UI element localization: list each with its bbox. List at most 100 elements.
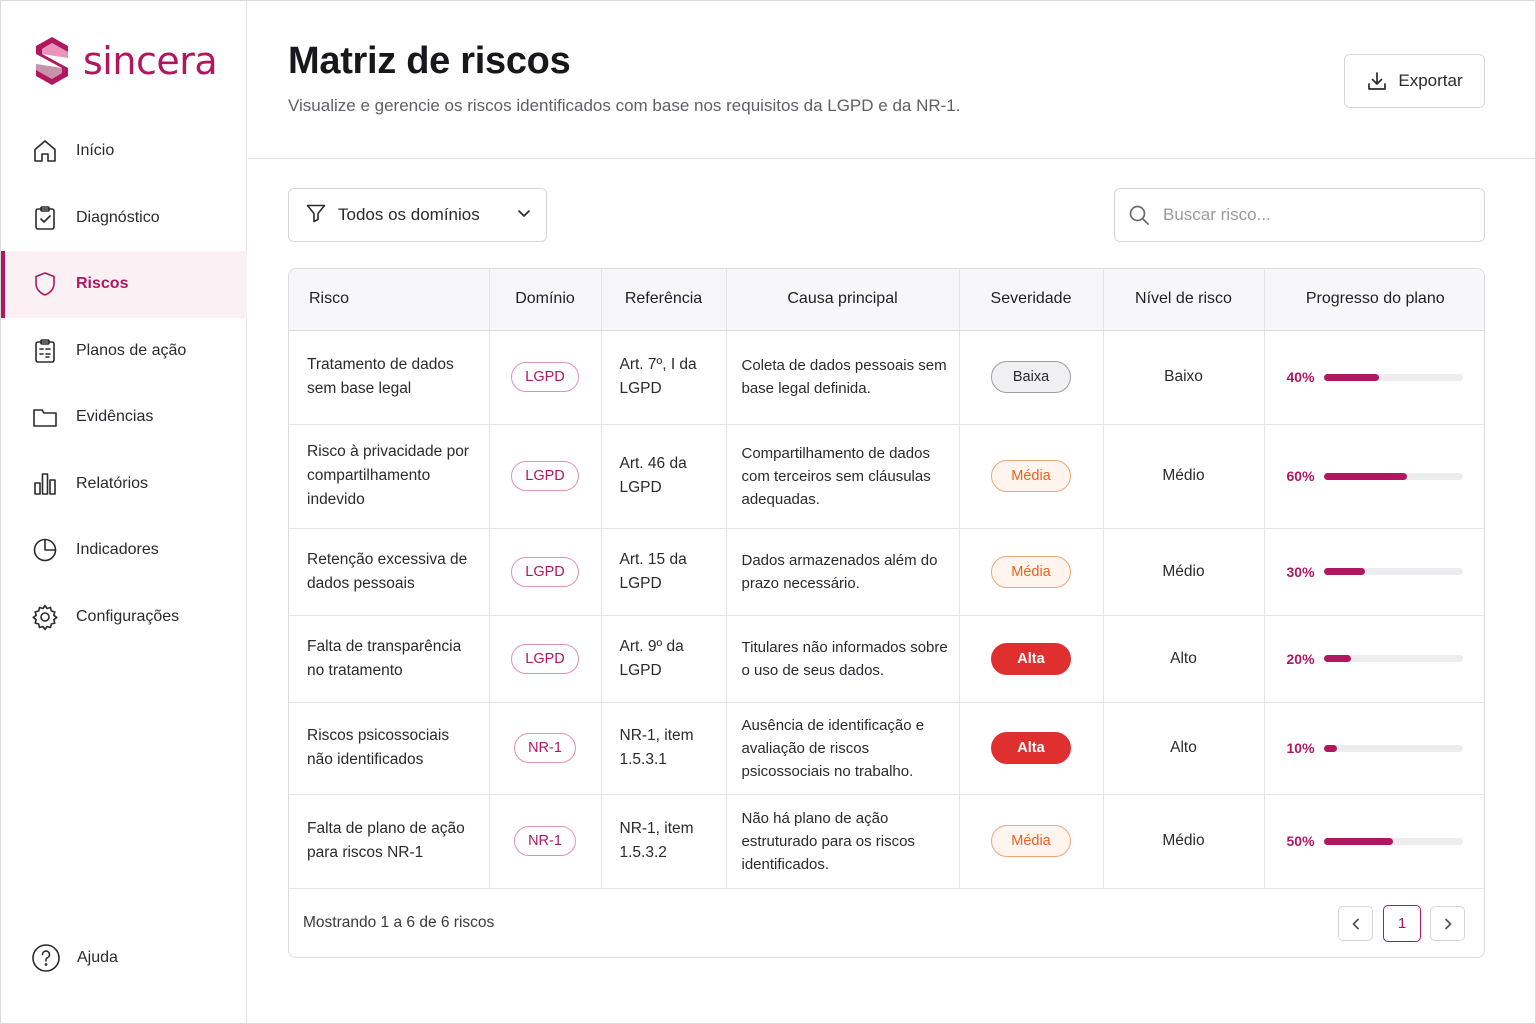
severity-badge: Média [991, 555, 1071, 588]
sincera-logo-icon [36, 37, 68, 85]
risk-level-cell: Baixo [1103, 330, 1265, 425]
progress-percent: 50% [1286, 833, 1315, 849]
reference-cell: Art. 7º, I da LGPD [601, 330, 727, 425]
progress-cell: 10% [1264, 702, 1484, 795]
domain-cell: LGPD [489, 330, 602, 425]
table-header-row: Risco Domínio Referência Causa principal… [289, 269, 1484, 331]
sidebar-item-relatorios[interactable]: Relatórios [1, 451, 247, 518]
search-box [1114, 188, 1485, 242]
pagination-summary: Mostrando 1 a 6 de 6 riscos [303, 914, 495, 931]
table-row[interactable]: Tratamento de dados sem base legal LGPD Ar… [289, 330, 1484, 425]
domain-filter-select[interactable]: Todos os domínios [288, 188, 547, 242]
filter-icon [305, 202, 327, 229]
table-row[interactable]: Retenção excessiva de dados pessoais LGPD… [289, 528, 1484, 616]
column-header[interactable]: Causa principal [726, 269, 960, 331]
progress-percent: 10% [1286, 740, 1315, 756]
table-row[interactable]: Risco à privacidade por compartilhamento… [289, 424, 1484, 529]
bar-chart-icon [31, 470, 59, 498]
reference-cell: Art. 9º da LGPD [601, 615, 727, 703]
cause-cell: Dados armazenados além do prazo necessár… [726, 528, 960, 616]
cause-cell: Ausência de identificação e avaliação de… [726, 702, 960, 795]
severity-badge: Média [991, 825, 1071, 857]
domain-cell: NR-1 [489, 794, 602, 889]
page-title: Matriz de riscos [288, 40, 571, 82]
domain-badge: NR-1 [514, 826, 576, 856]
sidebar: sincera Início Diagnóstico Riscos Planos… [1, 1, 247, 1023]
risk-name-cell: Falta de transparência no tratamento [289, 615, 490, 703]
risk-table: Risco Domínio Referência Causa principal… [289, 269, 1484, 889]
progress-cell: 40% [1264, 330, 1484, 425]
help-label: Ajuda [77, 949, 118, 966]
help-link[interactable]: Ajuda [31, 943, 118, 973]
progress-cell: 20% [1264, 615, 1484, 703]
sidebar-item-label: Diagnóstico [76, 208, 160, 226]
sidebar-item-diagnostico[interactable]: Diagnóstico [1, 185, 247, 252]
previous-page-button[interactable] [1338, 906, 1373, 941]
sidebar-item-inicio[interactable]: Início [1, 118, 247, 185]
risk-level-cell: Alto [1103, 615, 1265, 703]
progress-bar-fill [1323, 837, 1393, 845]
domain-badge: NR-1 [514, 733, 576, 763]
page-number-button[interactable]: 1 [1383, 905, 1421, 942]
progress-bar-fill [1323, 744, 1338, 752]
next-page-button[interactable] [1430, 906, 1465, 941]
sidebar-item-label: Início [76, 142, 115, 160]
sidebar-item-planos-de-acao[interactable]: Planos de ação [1, 318, 247, 385]
column-header[interactable]: Risco [289, 269, 490, 331]
home-icon [31, 137, 59, 165]
column-header[interactable]: Severidade [959, 269, 1104, 331]
sidebar-item-configuracoes[interactable]: Configurações [1, 584, 247, 651]
page-subtitle: Visualize e gerencie os riscos identific… [288, 96, 961, 115]
search-icon [1129, 205, 1149, 225]
reference-cell: NR-1, item 1.5.3.2 [601, 794, 727, 889]
progress-percent: 20% [1286, 650, 1315, 667]
gear-icon [31, 603, 59, 631]
brand-name: sincera [83, 39, 218, 83]
severity-badge: Baixa [991, 361, 1071, 393]
sidebar-item-riscos[interactable]: Riscos [1, 251, 247, 318]
chevron-down-icon [516, 205, 532, 226]
table-row[interactable]: Falta de plano de ação para riscos NR-1 N… [289, 794, 1484, 889]
sidebar-item-evidencias[interactable]: Evidências [1, 384, 247, 451]
download-icon [1368, 72, 1387, 90]
severity-cell: Média [959, 424, 1104, 529]
table-row[interactable]: Riscos psicossociais não identificados NR… [289, 702, 1484, 795]
domain-filter-value: Todos os domínios [338, 205, 480, 224]
progress-cell: 60% [1264, 424, 1484, 529]
search-input[interactable] [1163, 205, 1463, 225]
clipboard-list-icon [31, 337, 59, 365]
risk-level-cell: Médio [1103, 424, 1265, 529]
table-row[interactable]: Falta de transparência no tratamento LGPD… [289, 615, 1484, 703]
domain-cell: LGPD [489, 424, 602, 529]
reference-cell: Art. 15 da LGPD [601, 528, 727, 616]
risk-name-cell: Retenção excessiva de dados pessoais [289, 528, 490, 616]
folder-icon [31, 403, 59, 431]
cause-cell: Não há plano de ação estruturado para os… [726, 794, 960, 889]
cause-cell: Compartilhamento de dados com terceiros … [726, 424, 960, 529]
progress-percent: 40% [1286, 369, 1315, 385]
reference-cell: NR-1, item 1.5.3.1 [601, 702, 727, 795]
sidebar-item-label: Indicadores [76, 541, 159, 559]
progress-cell: 30% [1264, 528, 1484, 616]
domain-cell: NR-1 [489, 702, 602, 795]
table-footer: Mostrando 1 a 6 de 6 riscos 1 [289, 888, 1484, 957]
progress-bar-fill [1323, 373, 1380, 381]
column-header[interactable]: Progresso do plano [1264, 269, 1484, 331]
header-divider [248, 158, 1535, 159]
shield-icon [31, 270, 59, 298]
risk-level-cell: Médio [1103, 528, 1265, 616]
progress-bar [1323, 472, 1463, 480]
progress-bar-fill [1323, 472, 1407, 480]
risk-name-cell: Tratamento de dados sem base legal [289, 330, 490, 425]
domain-badge: LGPD [511, 556, 579, 587]
column-header[interactable]: Referência [601, 269, 727, 331]
domain-badge: LGPD [511, 461, 579, 491]
sidebar-nav: Início Diagnóstico Riscos Planos de ação… [1, 118, 247, 650]
column-header[interactable]: Nível de risco [1103, 269, 1265, 331]
export-button[interactable]: Exportar [1344, 54, 1485, 108]
column-header[interactable]: Domínio [489, 269, 602, 331]
severity-badge: Alta [991, 642, 1071, 675]
sidebar-item-label: Planos de ação [76, 341, 187, 359]
sidebar-item-indicadores[interactable]: Indicadores [1, 517, 247, 584]
progress-percent: 60% [1286, 468, 1315, 484]
